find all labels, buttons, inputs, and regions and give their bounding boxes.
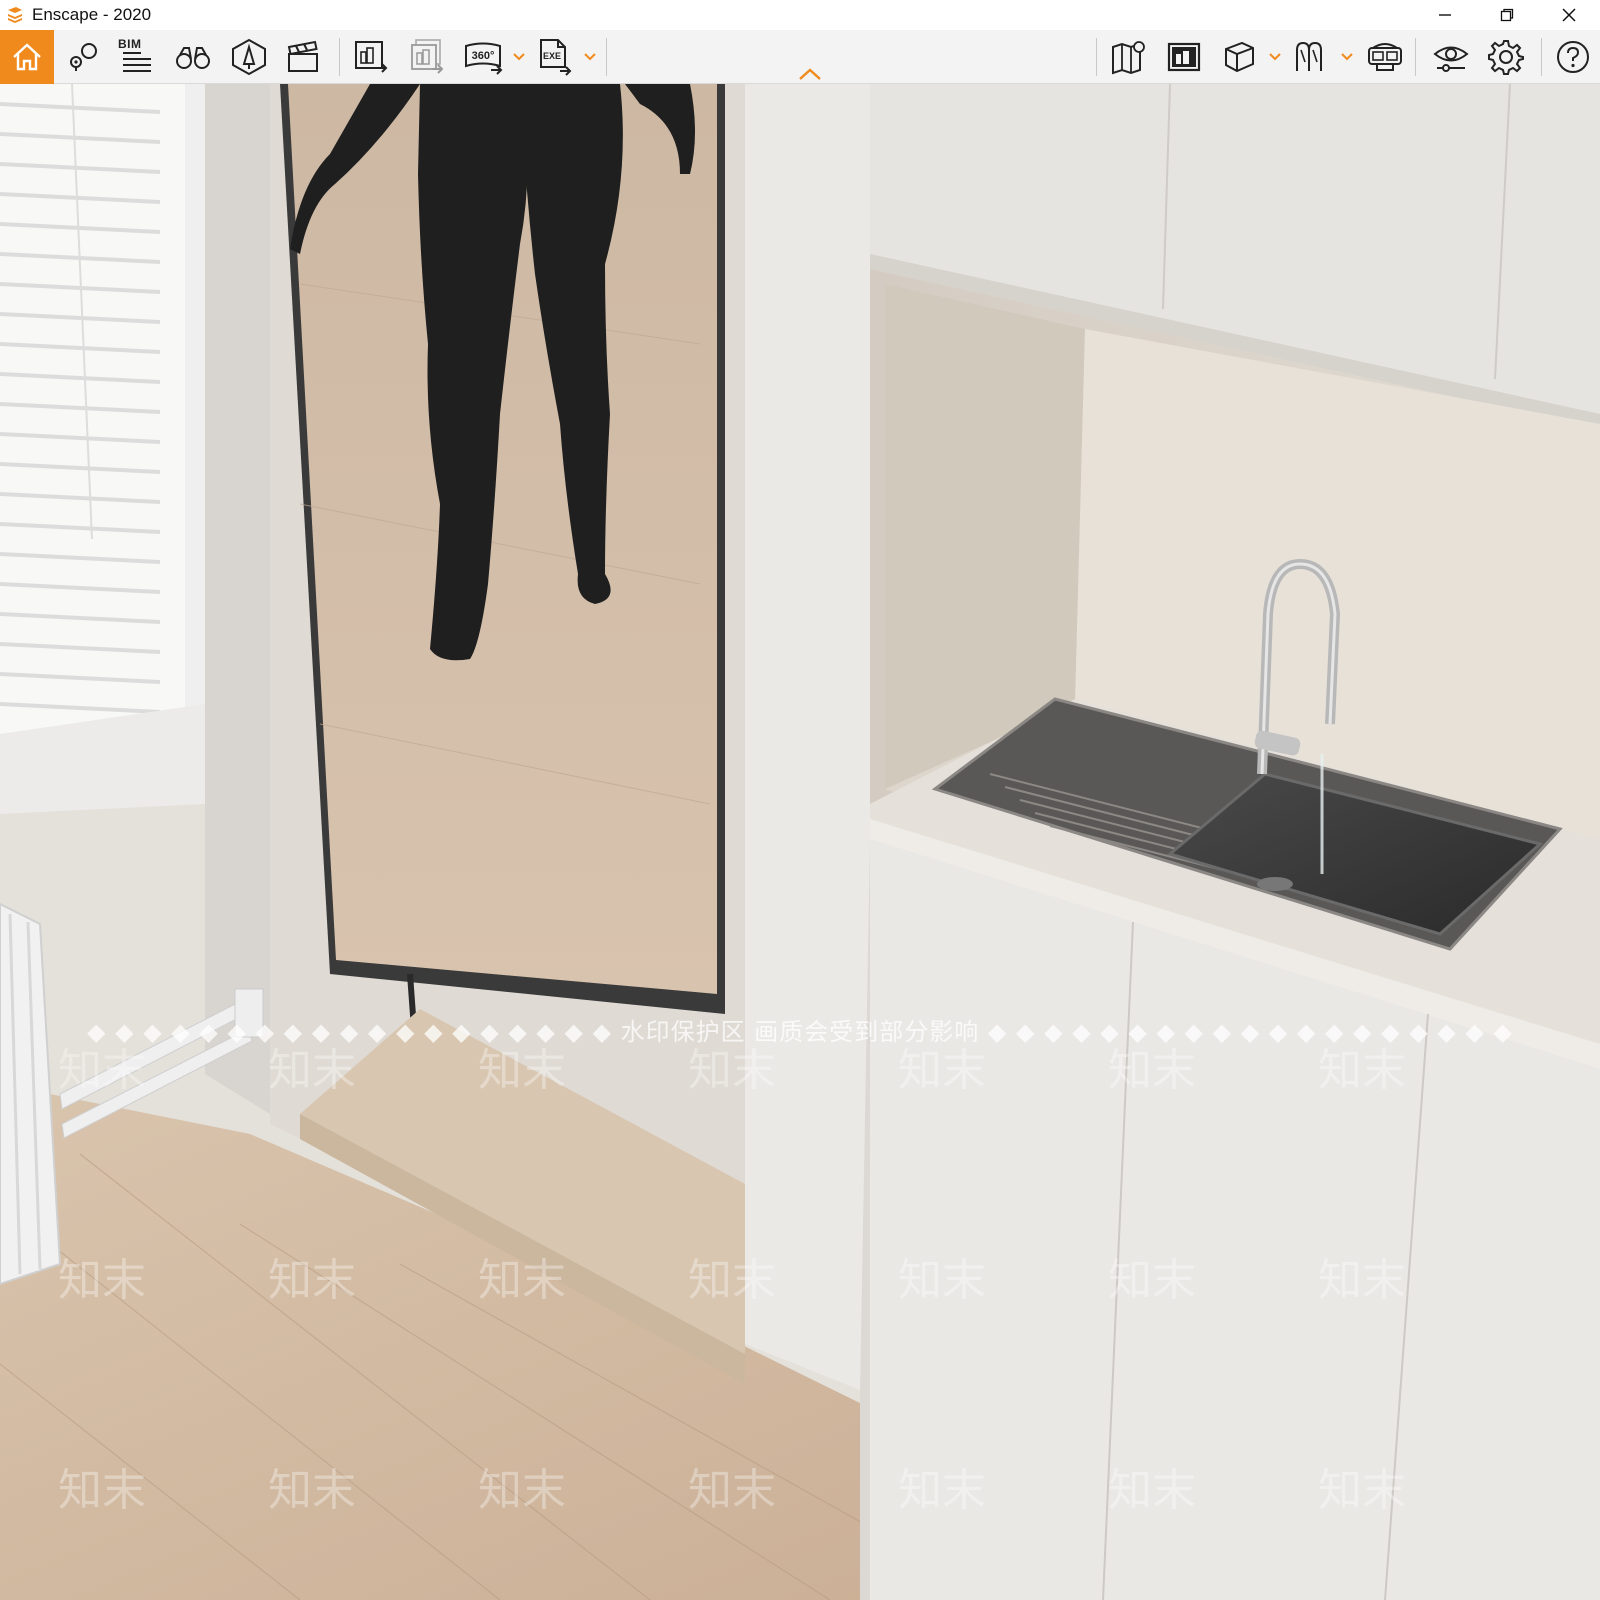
watermark-mark: 知末 bbox=[268, 1045, 356, 1096]
minimize-icon bbox=[1439, 14, 1451, 16]
panorama-icon: 360° bbox=[465, 42, 503, 75]
video-editor-button[interactable] bbox=[280, 33, 326, 81]
map-view-icon bbox=[1112, 41, 1145, 75]
minimize-button[interactable] bbox=[1414, 0, 1476, 30]
enscape-logo-icon bbox=[4, 4, 26, 26]
render-batch-icon bbox=[1167, 42, 1201, 72]
screenshot-button[interactable] bbox=[348, 33, 394, 81]
screenshot-icon bbox=[355, 41, 388, 73]
exe-export-icon: EXE bbox=[540, 39, 572, 76]
watermark-mark: 知末 bbox=[1318, 1255, 1406, 1306]
cube-view-dropdown[interactable] bbox=[1268, 48, 1282, 66]
batch-render-icon bbox=[411, 39, 444, 74]
watermark-mark: 知末 bbox=[478, 1465, 566, 1516]
watermark-mark: 知末 bbox=[898, 1465, 986, 1516]
watermark-mark: 知末 bbox=[1318, 1465, 1406, 1516]
chevron-down-icon bbox=[1341, 53, 1353, 61]
help-icon bbox=[1557, 41, 1589, 73]
toolbar-separator bbox=[1541, 38, 1542, 76]
watermark-mark: 知末 bbox=[688, 1045, 776, 1096]
watermark-mark: 知末 bbox=[1318, 1045, 1406, 1096]
watermark-mark: 知末 bbox=[478, 1045, 566, 1096]
vr-headset-button[interactable] bbox=[1362, 33, 1408, 81]
view-management-button[interactable] bbox=[60, 33, 106, 81]
toolbar-separator bbox=[1096, 38, 1097, 76]
batch-render-button[interactable] bbox=[404, 33, 450, 81]
cube-view-button[interactable] bbox=[1216, 33, 1262, 81]
watermark-mark: 知末 bbox=[58, 1045, 146, 1096]
toolbar-separator bbox=[606, 38, 607, 76]
watermark-mark: 知末 bbox=[478, 1255, 566, 1306]
render-batch-button[interactable] bbox=[1161, 33, 1207, 81]
render-scene bbox=[0, 84, 1600, 1600]
collapse-toolbar-button[interactable] bbox=[797, 66, 823, 82]
light-view-dropdown[interactable] bbox=[1340, 48, 1354, 66]
watermark-mark: 知末 bbox=[688, 1465, 776, 1516]
watermark-mark: 知末 bbox=[898, 1045, 986, 1096]
watermark-mark: 知末 bbox=[58, 1255, 146, 1306]
home-button[interactable] bbox=[0, 30, 54, 84]
watermark-mark: 知末 bbox=[1108, 1045, 1196, 1096]
visual-settings-icon bbox=[1433, 46, 1469, 72]
exe-label: EXE bbox=[543, 51, 561, 61]
restore-icon bbox=[1500, 8, 1514, 22]
restore-button[interactable] bbox=[1476, 0, 1538, 30]
toolbar-separator bbox=[339, 38, 340, 76]
binoculars-button[interactable] bbox=[170, 33, 216, 81]
close-icon bbox=[1562, 8, 1576, 22]
visual-settings-button[interactable] bbox=[1428, 33, 1474, 81]
close-button[interactable] bbox=[1538, 0, 1600, 30]
light-view-button[interactable] bbox=[1288, 33, 1334, 81]
cube-view-icon bbox=[1225, 41, 1254, 73]
chevron-down-icon bbox=[513, 53, 525, 61]
view-management-icon bbox=[70, 43, 97, 71]
watermark-mark: 知末 bbox=[898, 1255, 986, 1306]
exe-export-dropdown[interactable] bbox=[583, 48, 597, 66]
help-button[interactable] bbox=[1550, 33, 1596, 81]
title-bar: Enscape - 2020 bbox=[0, 0, 1600, 30]
window-title: Enscape - 2020 bbox=[32, 5, 152, 24]
settings-icon bbox=[1488, 40, 1524, 75]
watermark-mark: 知末 bbox=[688, 1255, 776, 1306]
panorama-label: 360° bbox=[472, 50, 495, 62]
watermark-mark: 知末 bbox=[268, 1465, 356, 1516]
watermark-mark: 知末 bbox=[268, 1255, 356, 1306]
video-editor-icon bbox=[287, 40, 318, 72]
asset-library-button[interactable] bbox=[226, 33, 272, 81]
settings-button[interactable] bbox=[1483, 33, 1529, 81]
chevron-down-icon bbox=[584, 53, 596, 61]
map-view-button[interactable] bbox=[1106, 33, 1152, 81]
watermark-mark: 知末 bbox=[1108, 1465, 1196, 1516]
binoculars-icon bbox=[176, 47, 210, 69]
render-viewport[interactable]: ◆ ◆ ◆ ◆ ◆ ◆ ◆ ◆ ◆ ◆ ◆ ◆ ◆ ◆ ◆ ◆ ◆ ◆ ◆ 水印… bbox=[0, 84, 1600, 1600]
bim-label: BIM bbox=[118, 37, 142, 51]
asset-library-icon bbox=[232, 38, 266, 76]
panorama-dropdown[interactable] bbox=[512, 48, 526, 66]
watermark-mark: 知末 bbox=[1108, 1255, 1196, 1306]
light-view-icon bbox=[1296, 41, 1322, 71]
panorama-button[interactable]: 360° bbox=[460, 33, 506, 81]
chevron-up-icon bbox=[799, 68, 821, 80]
vr-headset-icon bbox=[1368, 43, 1402, 71]
home-icon bbox=[13, 43, 41, 71]
chevron-down-icon bbox=[1269, 53, 1281, 61]
watermark-mark: 知末 bbox=[58, 1465, 146, 1516]
exe-export-button[interactable]: EXE bbox=[532, 33, 578, 81]
toolbar-separator bbox=[1415, 38, 1416, 76]
